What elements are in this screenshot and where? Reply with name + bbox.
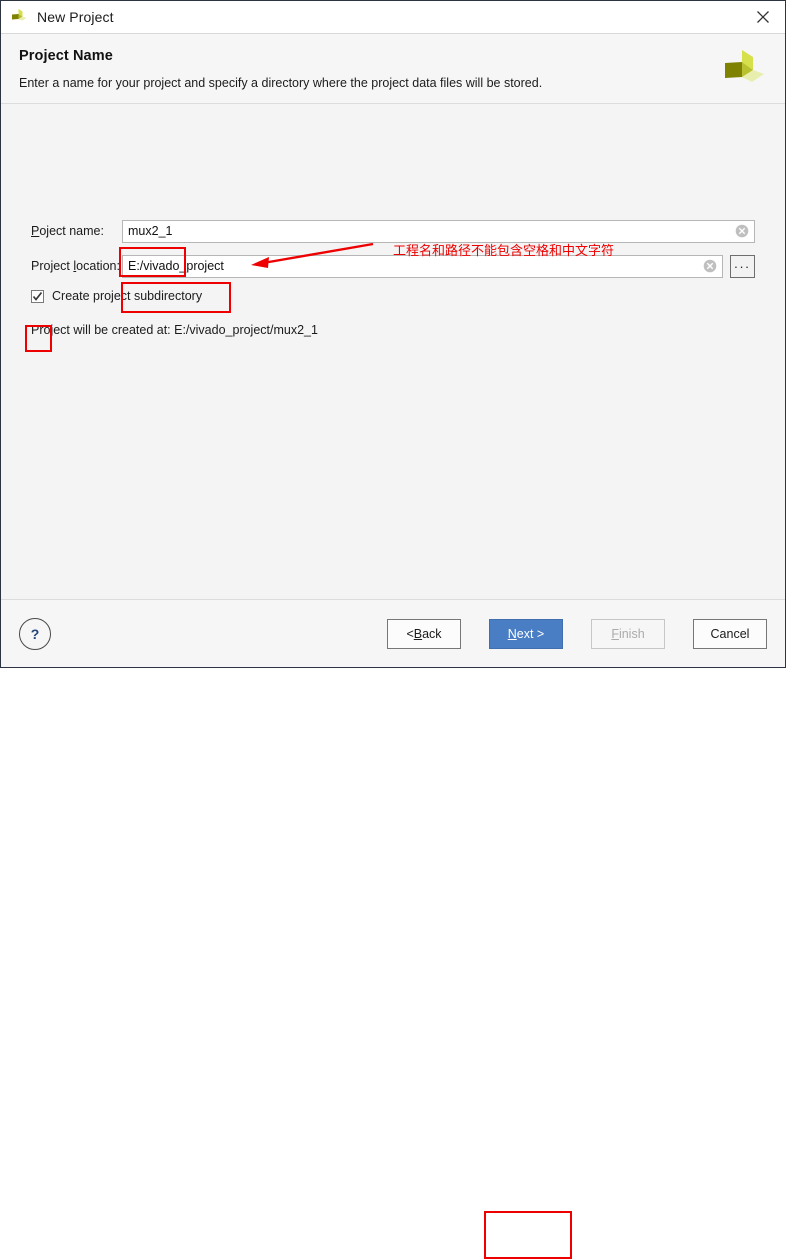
- next-button[interactable]: Next >: [489, 618, 563, 649]
- project-location-label-text: Project: [31, 259, 74, 273]
- ellipsis-icon: ...: [734, 255, 751, 271]
- back-button-label: ack: [422, 626, 442, 641]
- page-subtitle: Enter a name for your project and specif…: [19, 76, 543, 90]
- project-name-row: Poject name: mux2_1: [31, 219, 755, 243]
- next-button-label: ext >: [516, 626, 545, 641]
- back-button-mnemonic: B: [413, 626, 423, 641]
- xilinx-logo-icon: [12, 9, 27, 21]
- back-button[interactable]: < Back: [387, 618, 461, 649]
- question-mark-icon: ?: [30, 625, 40, 642]
- help-button[interactable]: ?: [19, 617, 51, 650]
- dialog-body: Poject name: mux2_1 Project location: E:…: [1, 104, 785, 599]
- cancel-button[interactable]: Cancel: [693, 618, 767, 649]
- xilinx-logo-icon: [725, 50, 764, 82]
- browse-button[interactable]: ...: [730, 254, 755, 278]
- page-title: Project Name: [19, 48, 113, 64]
- create-subdirectory-checkbox[interactable]: [31, 289, 44, 303]
- window-title: New Project: [37, 9, 114, 25]
- close-icon: [757, 11, 769, 23]
- dialog-header: Project Name Enter a name for your proje…: [1, 34, 785, 104]
- highlight-box-next-button: [484, 1211, 572, 1259]
- project-name-label-text: oject name:: [39, 224, 104, 238]
- project-location-label-tail: ocation:: [76, 259, 120, 273]
- checkmark-icon: [32, 291, 43, 301]
- dialog-footer: ? < Back Next > Finish Cancel: [1, 599, 785, 1259]
- project-location-row: Project location: E:/vivado_project ...: [31, 254, 755, 278]
- project-name-input[interactable]: mux2_1: [122, 219, 755, 243]
- title-bar: New Project: [1, 1, 785, 34]
- project-name-value: mux2_1: [128, 224, 173, 238]
- finish-button: Finish: [591, 618, 665, 649]
- project-location-label: Project location:: [31, 259, 122, 273]
- new-project-dialog: New Project Project Name Enter a name fo…: [0, 0, 786, 1259]
- project-created-at-text: Project will be created at: E:/vivado_pr…: [31, 323, 318, 337]
- clear-circle-icon[interactable]: [703, 259, 717, 273]
- close-button[interactable]: [741, 1, 785, 33]
- create-subdirectory-row: Create project subdirectory: [31, 289, 202, 303]
- create-subdirectory-label[interactable]: Create project subdirectory: [52, 289, 202, 303]
- project-location-value: E:/vivado_project: [128, 259, 224, 273]
- finish-button-mnemonic: F: [611, 626, 619, 641]
- next-button-mnemonic: N: [507, 626, 517, 641]
- clear-circle-icon[interactable]: [735, 224, 749, 238]
- back-button-prefix: <: [406, 626, 414, 641]
- cancel-button-label: Cancel: [710, 626, 750, 641]
- finish-button-label: inish: [618, 626, 645, 641]
- project-location-input[interactable]: E:/vivado_project: [122, 254, 723, 278]
- project-name-label: Poject name:: [31, 224, 122, 238]
